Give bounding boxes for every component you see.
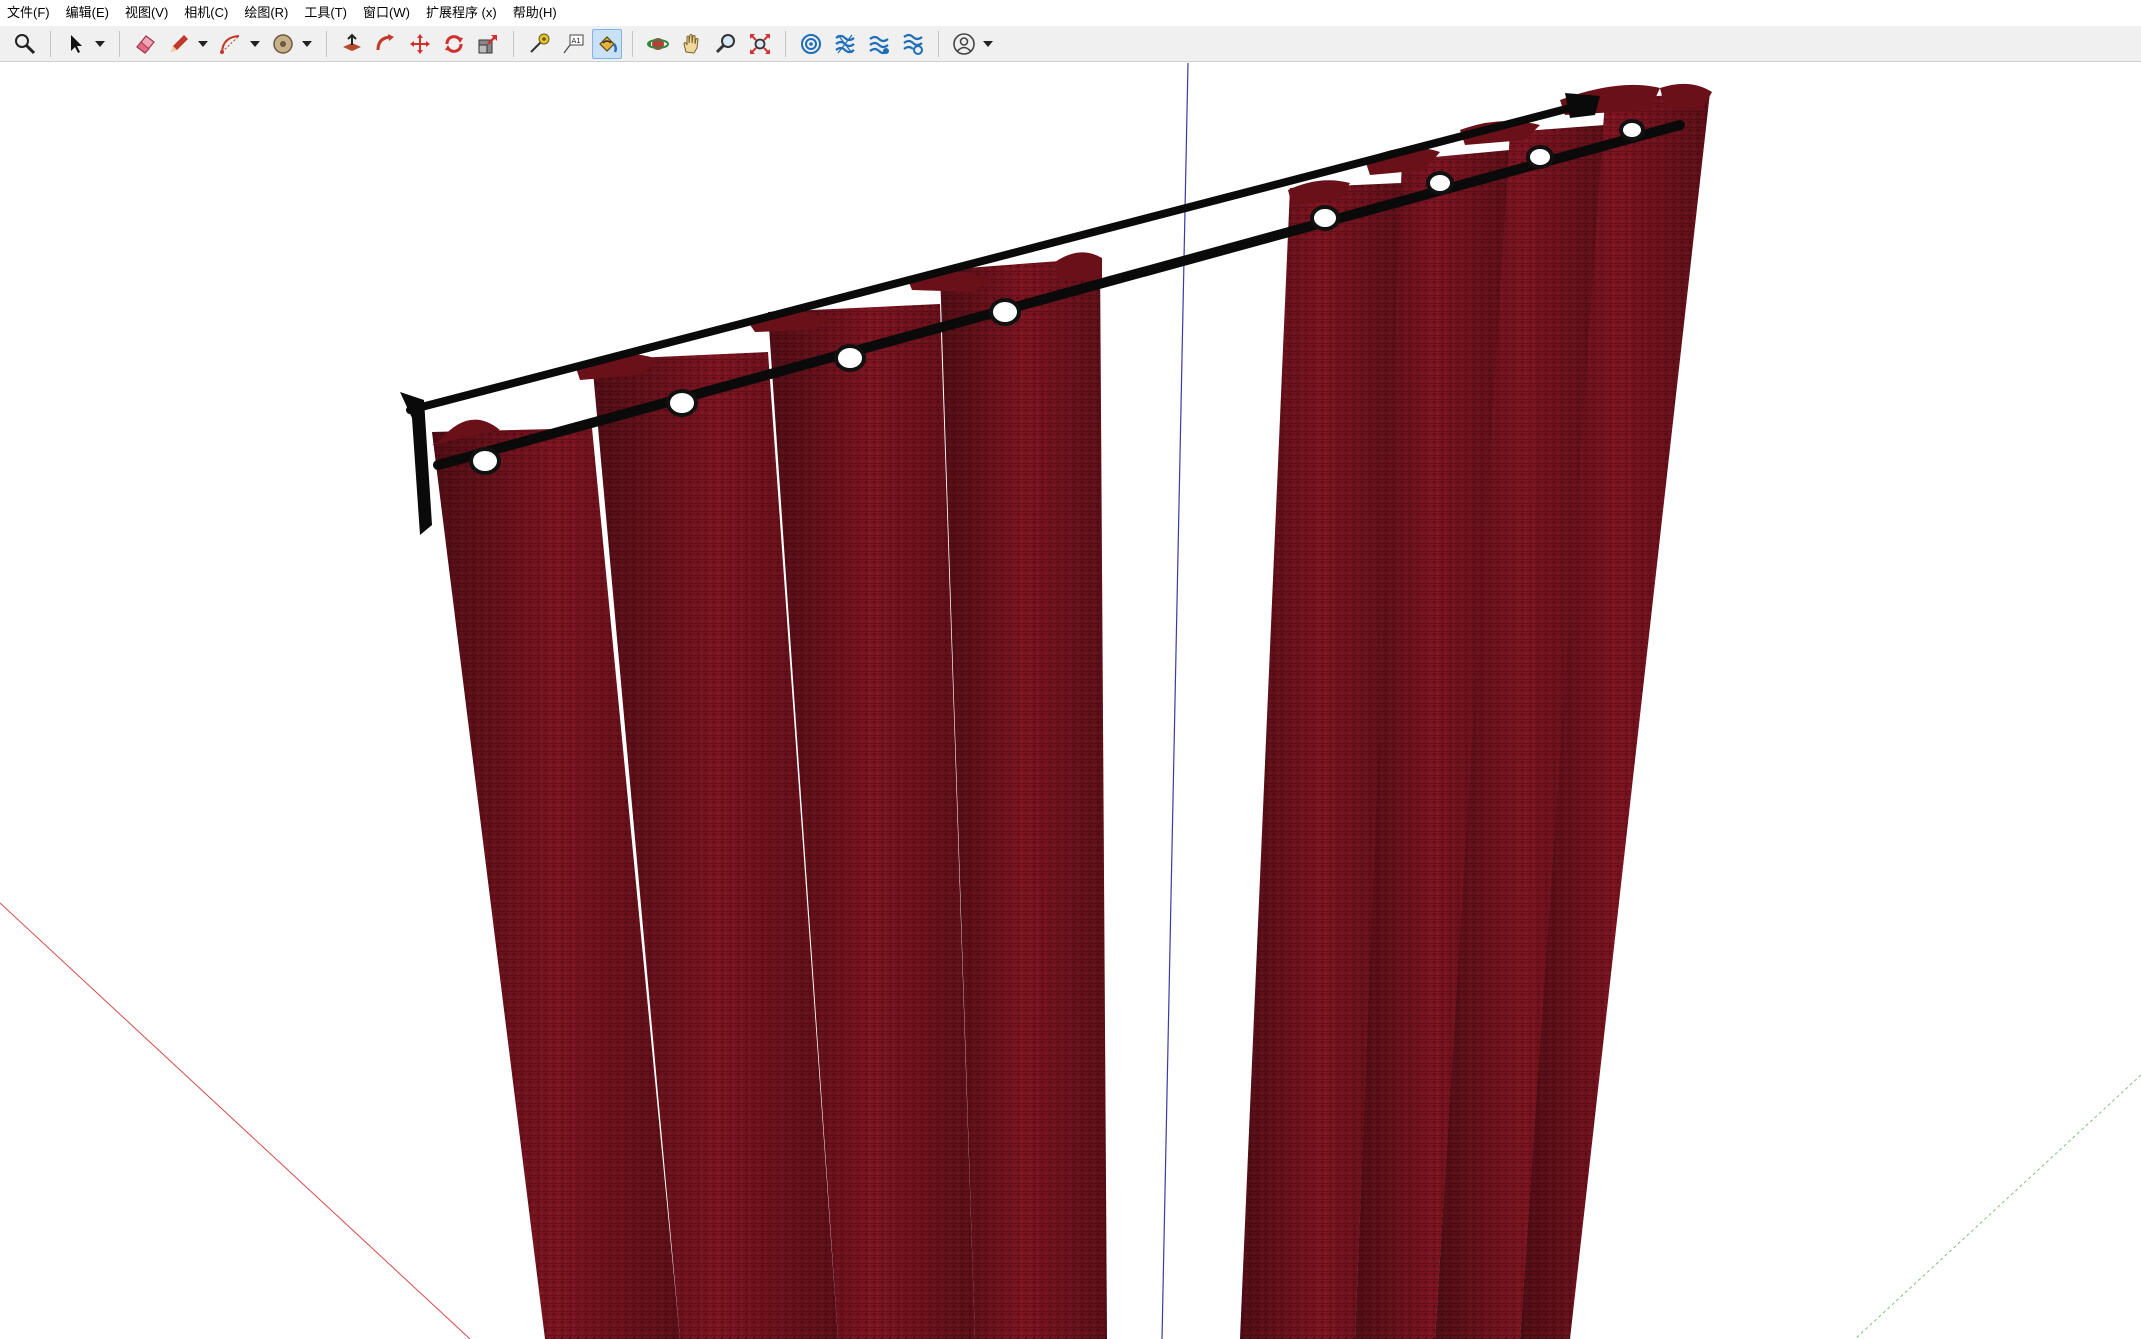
- extension-1-icon[interactable]: [830, 29, 860, 59]
- menu-bar: 文件(F) 编辑(E) 视图(V) 相机(C) 绘图(R) 工具(T) 窗口(W…: [0, 0, 2141, 26]
- push-pull-icon[interactable]: [337, 29, 367, 59]
- shape-dropdown-arrow-icon[interactable]: [300, 29, 314, 59]
- user-dropdown-arrow-icon[interactable]: [981, 29, 995, 59]
- blue-axis-line: [1161, 63, 1189, 1339]
- extension-2-icon[interactable]: [864, 29, 894, 59]
- toolbar-separator: [785, 30, 786, 57]
- eraser-icon[interactable]: [130, 29, 160, 59]
- model-viewport[interactable]: [0, 63, 2141, 1339]
- pan-hand-icon[interactable]: [677, 29, 707, 59]
- grommet-ring: [834, 344, 866, 372]
- orbit-icon[interactable]: [643, 29, 673, 59]
- toolbar-separator: [50, 30, 51, 57]
- grommet-ring: [1619, 119, 1645, 141]
- scene-canvas[interactable]: [0, 63, 2141, 1339]
- select-dropdown-arrow-icon[interactable]: [93, 29, 107, 59]
- warehouse-icon[interactable]: [796, 29, 826, 59]
- extension-3-icon[interactable]: [898, 29, 928, 59]
- menu-edit[interactable]: 编辑(E): [58, 0, 117, 26]
- menu-view[interactable]: 视图(V): [117, 0, 176, 26]
- select-arrow-icon[interactable]: [61, 29, 91, 59]
- toolbar-separator: [119, 30, 120, 57]
- user-account-icon[interactable]: [949, 29, 979, 59]
- menu-window[interactable]: 窗口(W): [355, 0, 418, 26]
- main-toolbar: A1: [0, 26, 2141, 62]
- text-label-icon[interactable]: A1: [558, 29, 588, 59]
- left-curtain[interactable]: [432, 252, 1107, 1339]
- zoom-icon[interactable]: [711, 29, 741, 59]
- toolbar-separator: [513, 30, 514, 57]
- grommet-ring: [989, 298, 1021, 326]
- grommet-ring: [1310, 205, 1340, 231]
- zoom-search-icon[interactable]: [10, 29, 40, 59]
- right-curtain[interactable]: [1240, 83, 1712, 1339]
- grommet-ring: [1526, 145, 1554, 169]
- zoom-extents-icon[interactable]: [745, 29, 775, 59]
- grommet-ring: [1426, 171, 1454, 195]
- menu-extensions[interactable]: 扩展程序 (x): [418, 0, 505, 26]
- toolbar-separator: [938, 30, 939, 57]
- arc-icon[interactable]: [216, 29, 246, 59]
- pencil-line-icon[interactable]: [164, 29, 194, 59]
- rotate-icon[interactable]: [439, 29, 469, 59]
- menu-file[interactable]: 文件(F): [0, 0, 58, 26]
- green-axis-line: [1854, 1074, 2141, 1339]
- toolbar-separator: [632, 30, 633, 57]
- arc-dropdown-arrow-icon[interactable]: [248, 29, 262, 59]
- menu-tools[interactable]: 工具(T): [296, 0, 355, 26]
- pencil-dropdown-arrow-icon[interactable]: [196, 29, 210, 59]
- menu-camera[interactable]: 相机(C): [176, 0, 236, 26]
- menu-draw[interactable]: 绘图(R): [236, 0, 296, 26]
- follow-me-icon[interactable]: [371, 29, 401, 59]
- red-axis-line: [0, 902, 471, 1339]
- grommet-ring: [469, 447, 501, 475]
- shape-circle-icon[interactable]: [268, 29, 298, 59]
- rod-bracket-end: [1565, 93, 1600, 118]
- toolbar-separator: [326, 30, 327, 57]
- text-tool-glyph: A1: [572, 37, 581, 45]
- rod-bracket: [400, 392, 432, 535]
- scale-icon[interactable]: [473, 29, 503, 59]
- paint-bucket-icon[interactable]: [592, 28, 622, 59]
- grommet-ring: [666, 389, 698, 417]
- tape-measure-icon[interactable]: [524, 29, 554, 59]
- move-icon[interactable]: [405, 29, 435, 59]
- menu-help[interactable]: 帮助(H): [505, 0, 565, 26]
